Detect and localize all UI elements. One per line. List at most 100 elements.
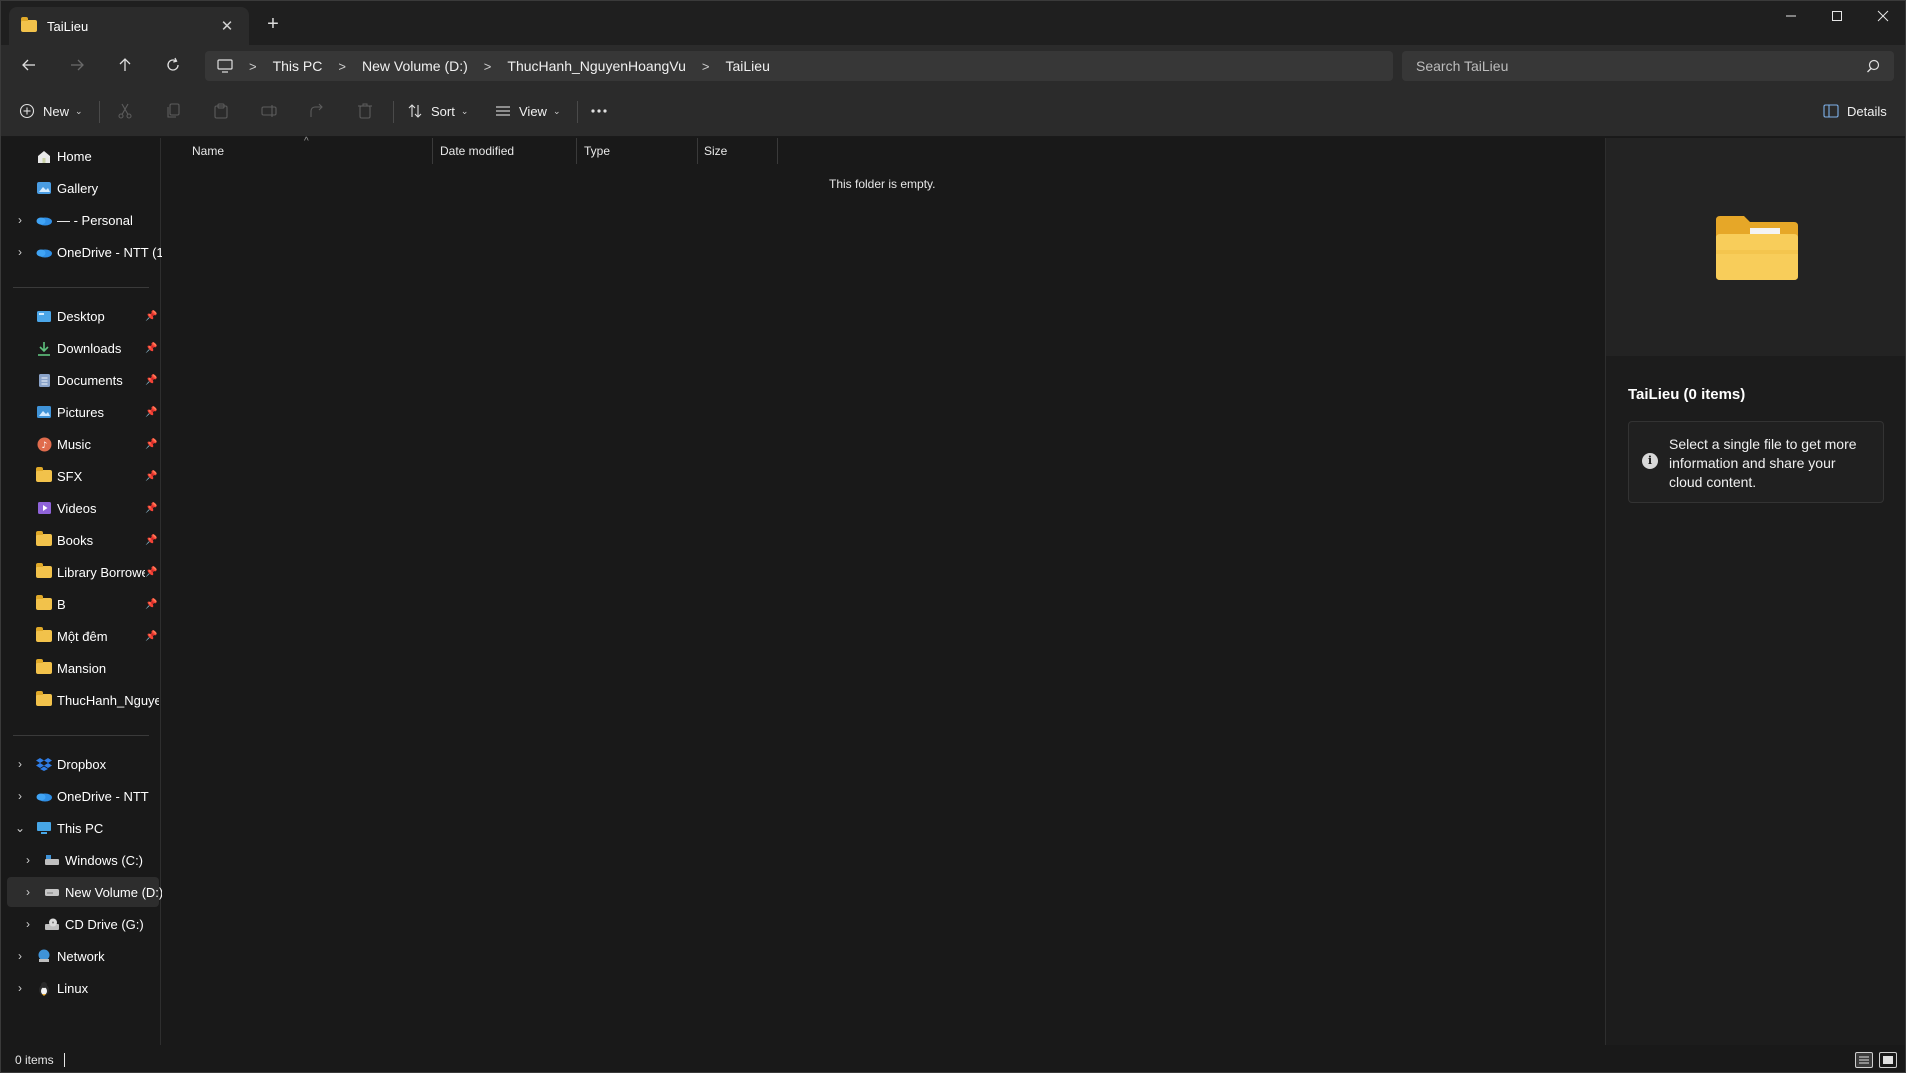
breadcrumb-tailieu[interactable]: TaiLieu xyxy=(719,58,775,74)
pin-icon[interactable]: 📌 xyxy=(145,567,157,578)
copy-button[interactable] xyxy=(163,101,183,121)
pin-icon[interactable]: 📌 xyxy=(145,471,157,482)
sidebar-item-cd-drive-g[interactable]: › CD Drive (G:) xyxy=(7,909,159,939)
chevron-right-icon[interactable]: › xyxy=(21,853,35,867)
sidebar-item-linux[interactable]: › Linux xyxy=(7,973,159,1003)
sidebar-item-mot-dem[interactable]: Một đêm 📌 xyxy=(7,621,159,651)
sidebar-item-onedrive-ntt[interactable]: › OneDrive - NTT xyxy=(7,781,159,811)
rename-icon xyxy=(261,105,277,117)
sidebar-item-library-borrowed[interactable]: Library Borrowed 📌 xyxy=(7,557,159,587)
videos-icon xyxy=(35,500,53,516)
pin-icon[interactable]: 📌 xyxy=(145,631,157,642)
new-button[interactable]: New ⌄ xyxy=(19,97,83,125)
view-button[interactable]: View ⌄ xyxy=(495,97,561,125)
up-button[interactable] xyxy=(109,51,141,79)
address-bar[interactable]: > This PC > New Volume (D:) > ThucHanh_N… xyxy=(205,51,1393,81)
sidebar-item-label: CD Drive (G:) xyxy=(65,916,144,932)
refresh-icon xyxy=(167,57,179,71)
sidebar-item-windows-c[interactable]: › Windows (C:) xyxy=(7,845,159,875)
details-button[interactable]: Details xyxy=(1823,97,1887,125)
chevron-right-icon[interactable]: > xyxy=(328,59,356,74)
sidebar-item-personal[interactable]: › — - Personal xyxy=(7,205,159,235)
folder-icon xyxy=(35,595,53,612)
chevron-right-icon[interactable]: > xyxy=(239,59,267,74)
close-tab-icon[interactable]: ✕ xyxy=(217,17,237,35)
pin-icon[interactable]: 📌 xyxy=(145,311,157,322)
column-divider[interactable] xyxy=(777,138,778,164)
drive-icon xyxy=(43,852,61,868)
rename-button[interactable] xyxy=(259,101,279,121)
pin-icon[interactable]: 📌 xyxy=(145,599,157,610)
search-input[interactable]: Search TaiLieu xyxy=(1402,51,1894,81)
sidebar-item-this-pc[interactable]: ⌄ This PC xyxy=(7,813,159,843)
sidebar-item-dropbox[interactable]: › Dropbox xyxy=(7,749,159,779)
refresh-button[interactable] xyxy=(157,51,189,79)
details-view-button[interactable] xyxy=(1855,1052,1873,1068)
column-header-size[interactable]: Size xyxy=(704,138,727,164)
sidebar-item-downloads[interactable]: Downloads 📌 xyxy=(7,333,159,363)
column-divider[interactable] xyxy=(576,138,577,164)
sidebar-item-gallery[interactable]: Gallery xyxy=(7,173,159,203)
sidebar-item-network[interactable]: › Network xyxy=(7,941,159,971)
column-header-type[interactable]: Type xyxy=(584,138,610,164)
chevron-right-icon[interactable]: > xyxy=(692,59,720,74)
sidebar-item-label: Documents xyxy=(57,372,123,388)
pin-icon[interactable]: 📌 xyxy=(145,535,157,546)
sidebar-item-onedrive-ntt-1[interactable]: › OneDrive - NTT (1) xyxy=(7,237,168,267)
close-window-button[interactable] xyxy=(1860,1,1905,31)
sidebar-item-thuchanh[interactable]: ThucHanh_NguyenHoangVu xyxy=(7,685,159,715)
chevron-right-icon[interactable]: › xyxy=(13,245,27,259)
navigation-bar: > This PC > New Volume (D:) > ThucHanh_N… xyxy=(1,45,1905,85)
chevron-right-icon[interactable]: › xyxy=(13,949,27,963)
breadcrumb-new-volume[interactable]: New Volume (D:) xyxy=(356,58,474,74)
pin-icon[interactable]: 📌 xyxy=(145,503,157,514)
pin-icon[interactable]: 📌 xyxy=(145,407,157,418)
paste-button[interactable] xyxy=(211,101,231,121)
cut-button[interactable] xyxy=(115,101,135,121)
maximize-button[interactable] xyxy=(1814,1,1860,31)
file-list[interactable]: ^ Name Date modified Type Size This fold… xyxy=(162,136,1605,1045)
sidebar-item-books[interactable]: Books 📌 xyxy=(7,525,159,555)
chevron-right-icon[interactable]: › xyxy=(13,213,27,227)
new-tab-button[interactable]: + xyxy=(259,13,287,37)
chevron-right-icon[interactable]: › xyxy=(21,885,35,899)
large-icons-view-button[interactable] xyxy=(1879,1052,1897,1068)
sidebar-item-videos[interactable]: Videos 📌 xyxy=(7,493,159,523)
divider xyxy=(577,101,578,123)
forward-button[interactable] xyxy=(61,51,93,79)
chevron-down-icon[interactable]: ⌄ xyxy=(13,821,27,835)
chevron-right-icon[interactable]: > xyxy=(474,59,502,74)
see-more-button[interactable] xyxy=(589,101,609,121)
chevron-right-icon[interactable]: › xyxy=(13,789,27,803)
sidebar-item-b[interactable]: B 📌 xyxy=(7,589,159,619)
sidebar-item-documents[interactable]: Documents 📌 xyxy=(7,365,159,395)
folder-icon xyxy=(35,531,53,548)
back-button[interactable] xyxy=(13,51,45,79)
sidebar-item-new-volume-d[interactable]: › New Volume (D:) xyxy=(7,877,163,907)
pin-icon[interactable]: 📌 xyxy=(145,375,157,386)
folder-icon xyxy=(35,467,53,484)
chevron-right-icon[interactable]: › xyxy=(21,917,35,931)
delete-button[interactable] xyxy=(355,101,375,121)
minimize-button[interactable] xyxy=(1768,1,1814,31)
pin-icon[interactable]: 📌 xyxy=(145,343,157,354)
breadcrumb-thuchanh[interactable]: ThucHanh_NguyenHoangVu xyxy=(501,58,692,74)
chevron-right-icon[interactable]: › xyxy=(13,757,27,771)
sidebar-item-pictures[interactable]: Pictures 📌 xyxy=(7,397,159,427)
breadcrumb-this-pc[interactable]: This PC xyxy=(267,58,329,74)
share-button[interactable] xyxy=(307,101,327,121)
column-header-date-modified[interactable]: Date modified xyxy=(440,138,514,164)
sort-button[interactable]: Sort ⌄ xyxy=(407,97,468,125)
sidebar-item-mansion[interactable]: Mansion xyxy=(7,653,159,683)
sidebar-item-home[interactable]: Home xyxy=(7,141,159,171)
pin-icon[interactable]: 📌 xyxy=(145,439,157,450)
column-divider[interactable] xyxy=(432,138,433,164)
sidebar-item-desktop[interactable]: Desktop 📌 xyxy=(7,301,159,331)
sidebar-item-sfx[interactable]: SFX 📌 xyxy=(7,461,159,491)
details-label: Details xyxy=(1847,103,1887,119)
chevron-right-icon[interactable]: › xyxy=(13,981,27,995)
sidebar-item-music[interactable]: ♪ Music 📌 xyxy=(7,429,159,459)
column-divider[interactable] xyxy=(697,138,698,164)
tab-tailieu[interactable]: TaiLieu ✕ xyxy=(9,7,249,45)
column-header-name[interactable]: Name xyxy=(192,138,224,164)
